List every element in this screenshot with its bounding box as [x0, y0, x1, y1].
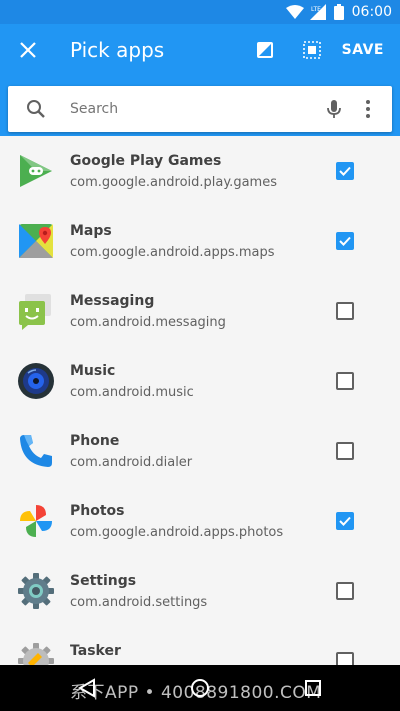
save-button[interactable]: SAVE	[342, 42, 384, 58]
search-bar	[8, 86, 392, 132]
app-list: Google Play Games com.google.android.pla…	[0, 136, 400, 665]
app-name: Settings	[70, 573, 137, 589]
app-checkbox[interactable]	[336, 162, 354, 180]
wifi-icon	[285, 5, 304, 19]
page-title: Pick apps	[70, 38, 165, 62]
app-name: Messaging	[70, 293, 155, 309]
status-bar: LTE 06:00	[0, 0, 400, 24]
list-item[interactable]: Tasker	[0, 626, 400, 665]
app-package: com.android.dialer	[70, 455, 193, 470]
app-package: com.android.messaging	[70, 315, 226, 330]
watermark: 系下APP • 4008891800.COM	[70, 683, 322, 703]
phone-icon	[20, 435, 52, 467]
select-all-button[interactable]	[300, 38, 324, 62]
app-package: com.google.android.apps.photos	[70, 525, 284, 540]
overflow-menu-button[interactable]	[356, 97, 380, 121]
voice-search-button[interactable]	[322, 97, 346, 121]
app-name: Maps	[70, 223, 112, 239]
app-checkbox[interactable]	[336, 512, 354, 530]
app-checkbox[interactable]	[336, 372, 354, 390]
more-vert-icon	[366, 100, 370, 118]
invert-selection-icon	[257, 42, 273, 58]
app-name: Google Play Games	[70, 153, 222, 169]
messaging-icon	[19, 294, 51, 330]
app-checkbox[interactable]	[336, 302, 354, 320]
app-checkbox[interactable]	[336, 582, 354, 600]
settings-gear-icon	[18, 573, 54, 609]
list-item[interactable]: Music com.android.music	[0, 346, 400, 416]
status-time: 06:00	[351, 4, 392, 20]
invert-selection-button[interactable]	[253, 38, 277, 62]
app-checkbox[interactable]	[336, 232, 354, 250]
app-name: Phone	[70, 433, 120, 449]
app-package: com.android.music	[70, 385, 194, 400]
app-name: Photos	[70, 503, 125, 519]
list-item[interactable]: Messaging com.android.messaging	[0, 276, 400, 346]
search-icon	[27, 100, 45, 118]
search-input[interactable]	[70, 94, 320, 124]
list-item[interactable]: Phone com.android.dialer	[0, 416, 400, 486]
toolbar: Pick apps SAVE	[0, 24, 400, 80]
check-icon	[339, 516, 351, 526]
list-item[interactable]: Settings com.android.settings	[0, 556, 400, 626]
signal-lte-icon: LTE	[309, 4, 328, 20]
close-icon	[20, 42, 36, 58]
app-checkbox[interactable]	[336, 442, 354, 460]
tasker-icon	[18, 643, 54, 665]
google-play-games-icon	[20, 155, 52, 187]
list-item[interactable]: Photos com.google.android.apps.photos	[0, 486, 400, 556]
close-button[interactable]	[16, 38, 40, 62]
app-name: Tasker	[70, 643, 121, 659]
battery-icon	[333, 4, 344, 20]
microphone-icon	[327, 100, 341, 118]
select-all-icon	[303, 41, 321, 59]
app-package: com.google.android.play.games	[70, 175, 277, 190]
app-name: Music	[70, 363, 116, 379]
check-icon	[339, 166, 351, 176]
app-package: com.google.android.apps.maps	[70, 245, 275, 260]
check-icon	[339, 236, 351, 246]
maps-icon	[19, 224, 53, 258]
list-item[interactable]: Maps com.google.android.apps.maps	[0, 206, 400, 276]
list-item[interactable]: Google Play Games com.google.android.pla…	[0, 136, 400, 206]
app-checkbox[interactable]	[336, 652, 354, 665]
navigation-bar: 系下APP • 4008891800.COM	[0, 665, 400, 711]
network-label: LTE	[311, 6, 321, 13]
app-package: com.android.settings	[70, 595, 208, 610]
photos-icon	[20, 505, 52, 537]
music-icon	[18, 363, 54, 399]
